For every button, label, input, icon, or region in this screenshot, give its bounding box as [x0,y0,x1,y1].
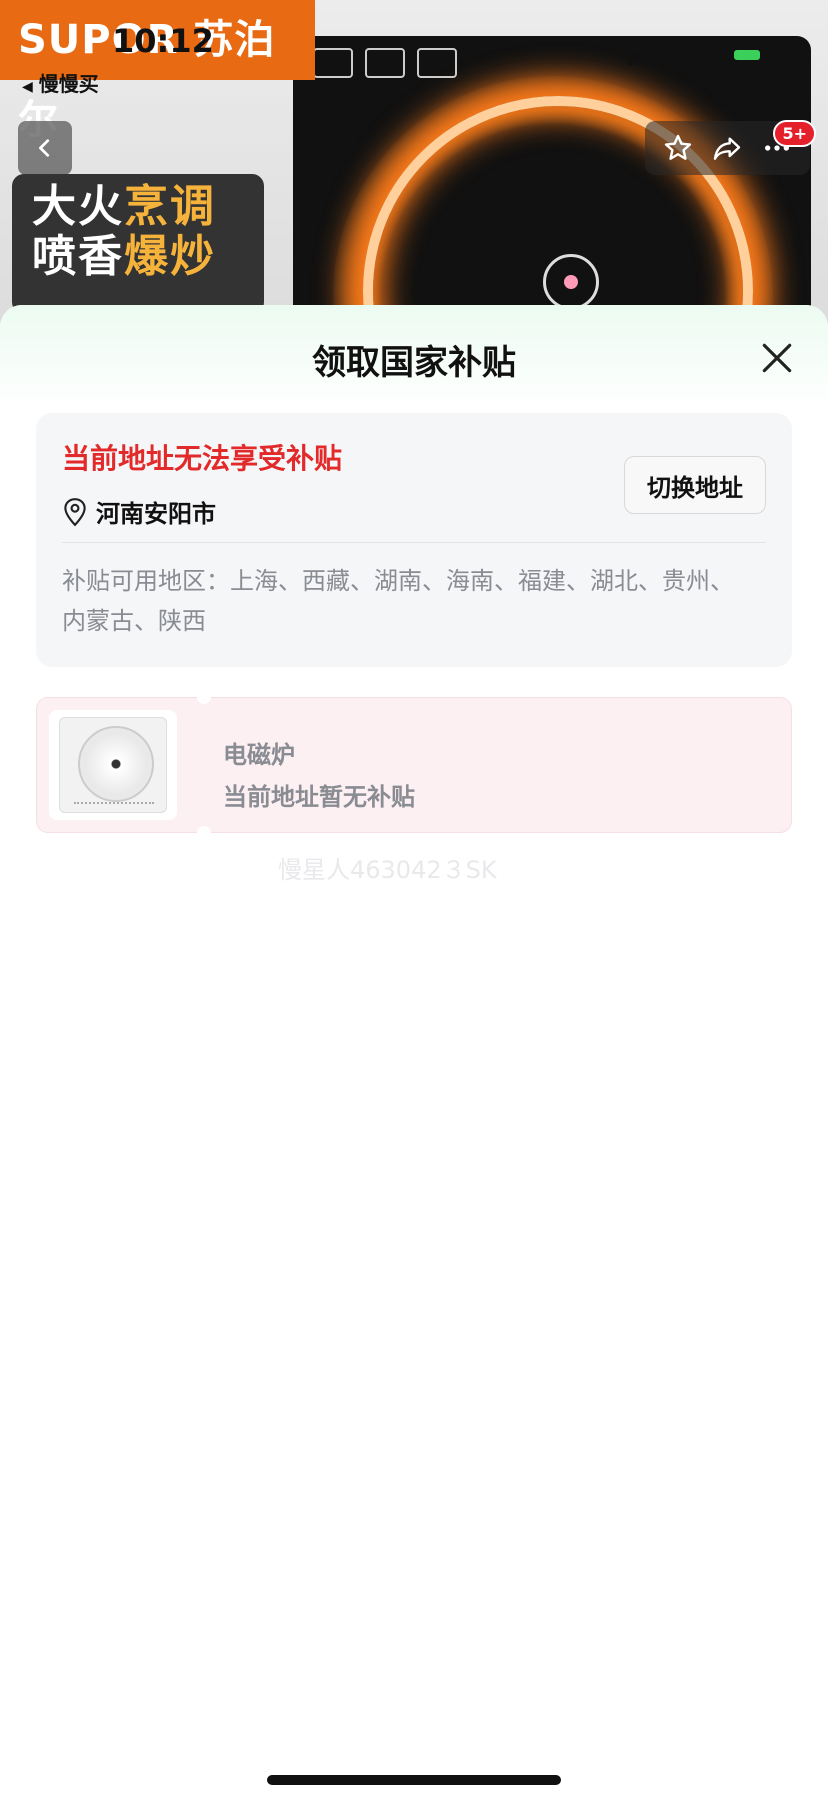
promo-banner: 大火烹调 喷香爆炒 [12,174,264,314]
promo-line1-b: 烹调 [124,181,216,232]
promo-line2-a: 喷香 [32,231,124,282]
promo-line2-b: 爆炒 [124,231,216,282]
address-card: 当前地址无法享受补贴 河南安阳市 切换地址 补贴可用地区：上海、西藏、湖南、海南… [36,413,792,667]
location-pin-icon [64,497,86,526]
wifi-icon [679,46,705,64]
promo-line1-a: 大火 [32,181,124,232]
address-warning: 当前地址无法享受补贴 [62,442,343,475]
sheet-title: 领取国家补贴 [312,343,516,383]
product-subsidy-card[interactable]: 电磁炉 当前地址暂无补贴 [36,690,792,840]
ticket-notch [197,826,211,840]
share-icon[interactable] [711,132,743,164]
close-icon [762,343,792,373]
star-icon[interactable] [662,132,694,164]
watermark: 慢星人463042３SK [278,856,497,884]
signal-icon [628,44,657,66]
status-time: 10:12 [112,22,214,60]
eligible-regions: 补贴可用地区：上海、西藏、湖南、海南、福建、湖北、贵州、内蒙古、陕西 [62,567,734,635]
status-icons [628,44,777,66]
subsidy-sheet: 领取国家补贴 当前地址无法享受补贴 河南安阳市 切换地址 补贴可用地区：上海、西… [0,305,828,1800]
product-name: 电磁炉 [223,741,295,769]
divider [62,542,766,543]
product-hero: SUPOR 苏泊尔 10:12 ◀ 慢慢买 大火烹调 喷香爆炒 5+ [0,0,828,330]
close-button[interactable] [758,339,796,377]
product-subsidy-status: 当前地址暂无补贴 [223,783,415,811]
message-count-badge: 5+ [773,120,816,147]
back-to-app-link[interactable]: ◀ 慢慢买 [22,68,99,97]
back-triangle-icon: ◀ [22,79,33,95]
back-app-label: 慢慢买 [38,72,99,96]
product-thumbnail [49,710,177,820]
center-sensor [543,254,599,310]
battery-icon [727,44,777,66]
cert-logos [313,48,457,78]
product-image-cooktop [293,36,811,330]
home-indicator[interactable] [267,1775,561,1785]
back-chevron-icon [39,139,50,157]
ticket-notch [197,690,211,704]
screen: SUPOR 苏泊尔 10:12 ◀ 慢慢买 大火烹调 喷香爆炒 5+ 领取国家补贴 [0,0,828,1800]
sheet-header: 领取国家补贴 [0,305,828,410]
location-text: 河南安阳市 [96,500,216,528]
back-button[interactable] [18,121,72,175]
switch-address-button[interactable]: 切换地址 [624,456,766,514]
current-location: 河南安阳市 [62,494,216,529]
